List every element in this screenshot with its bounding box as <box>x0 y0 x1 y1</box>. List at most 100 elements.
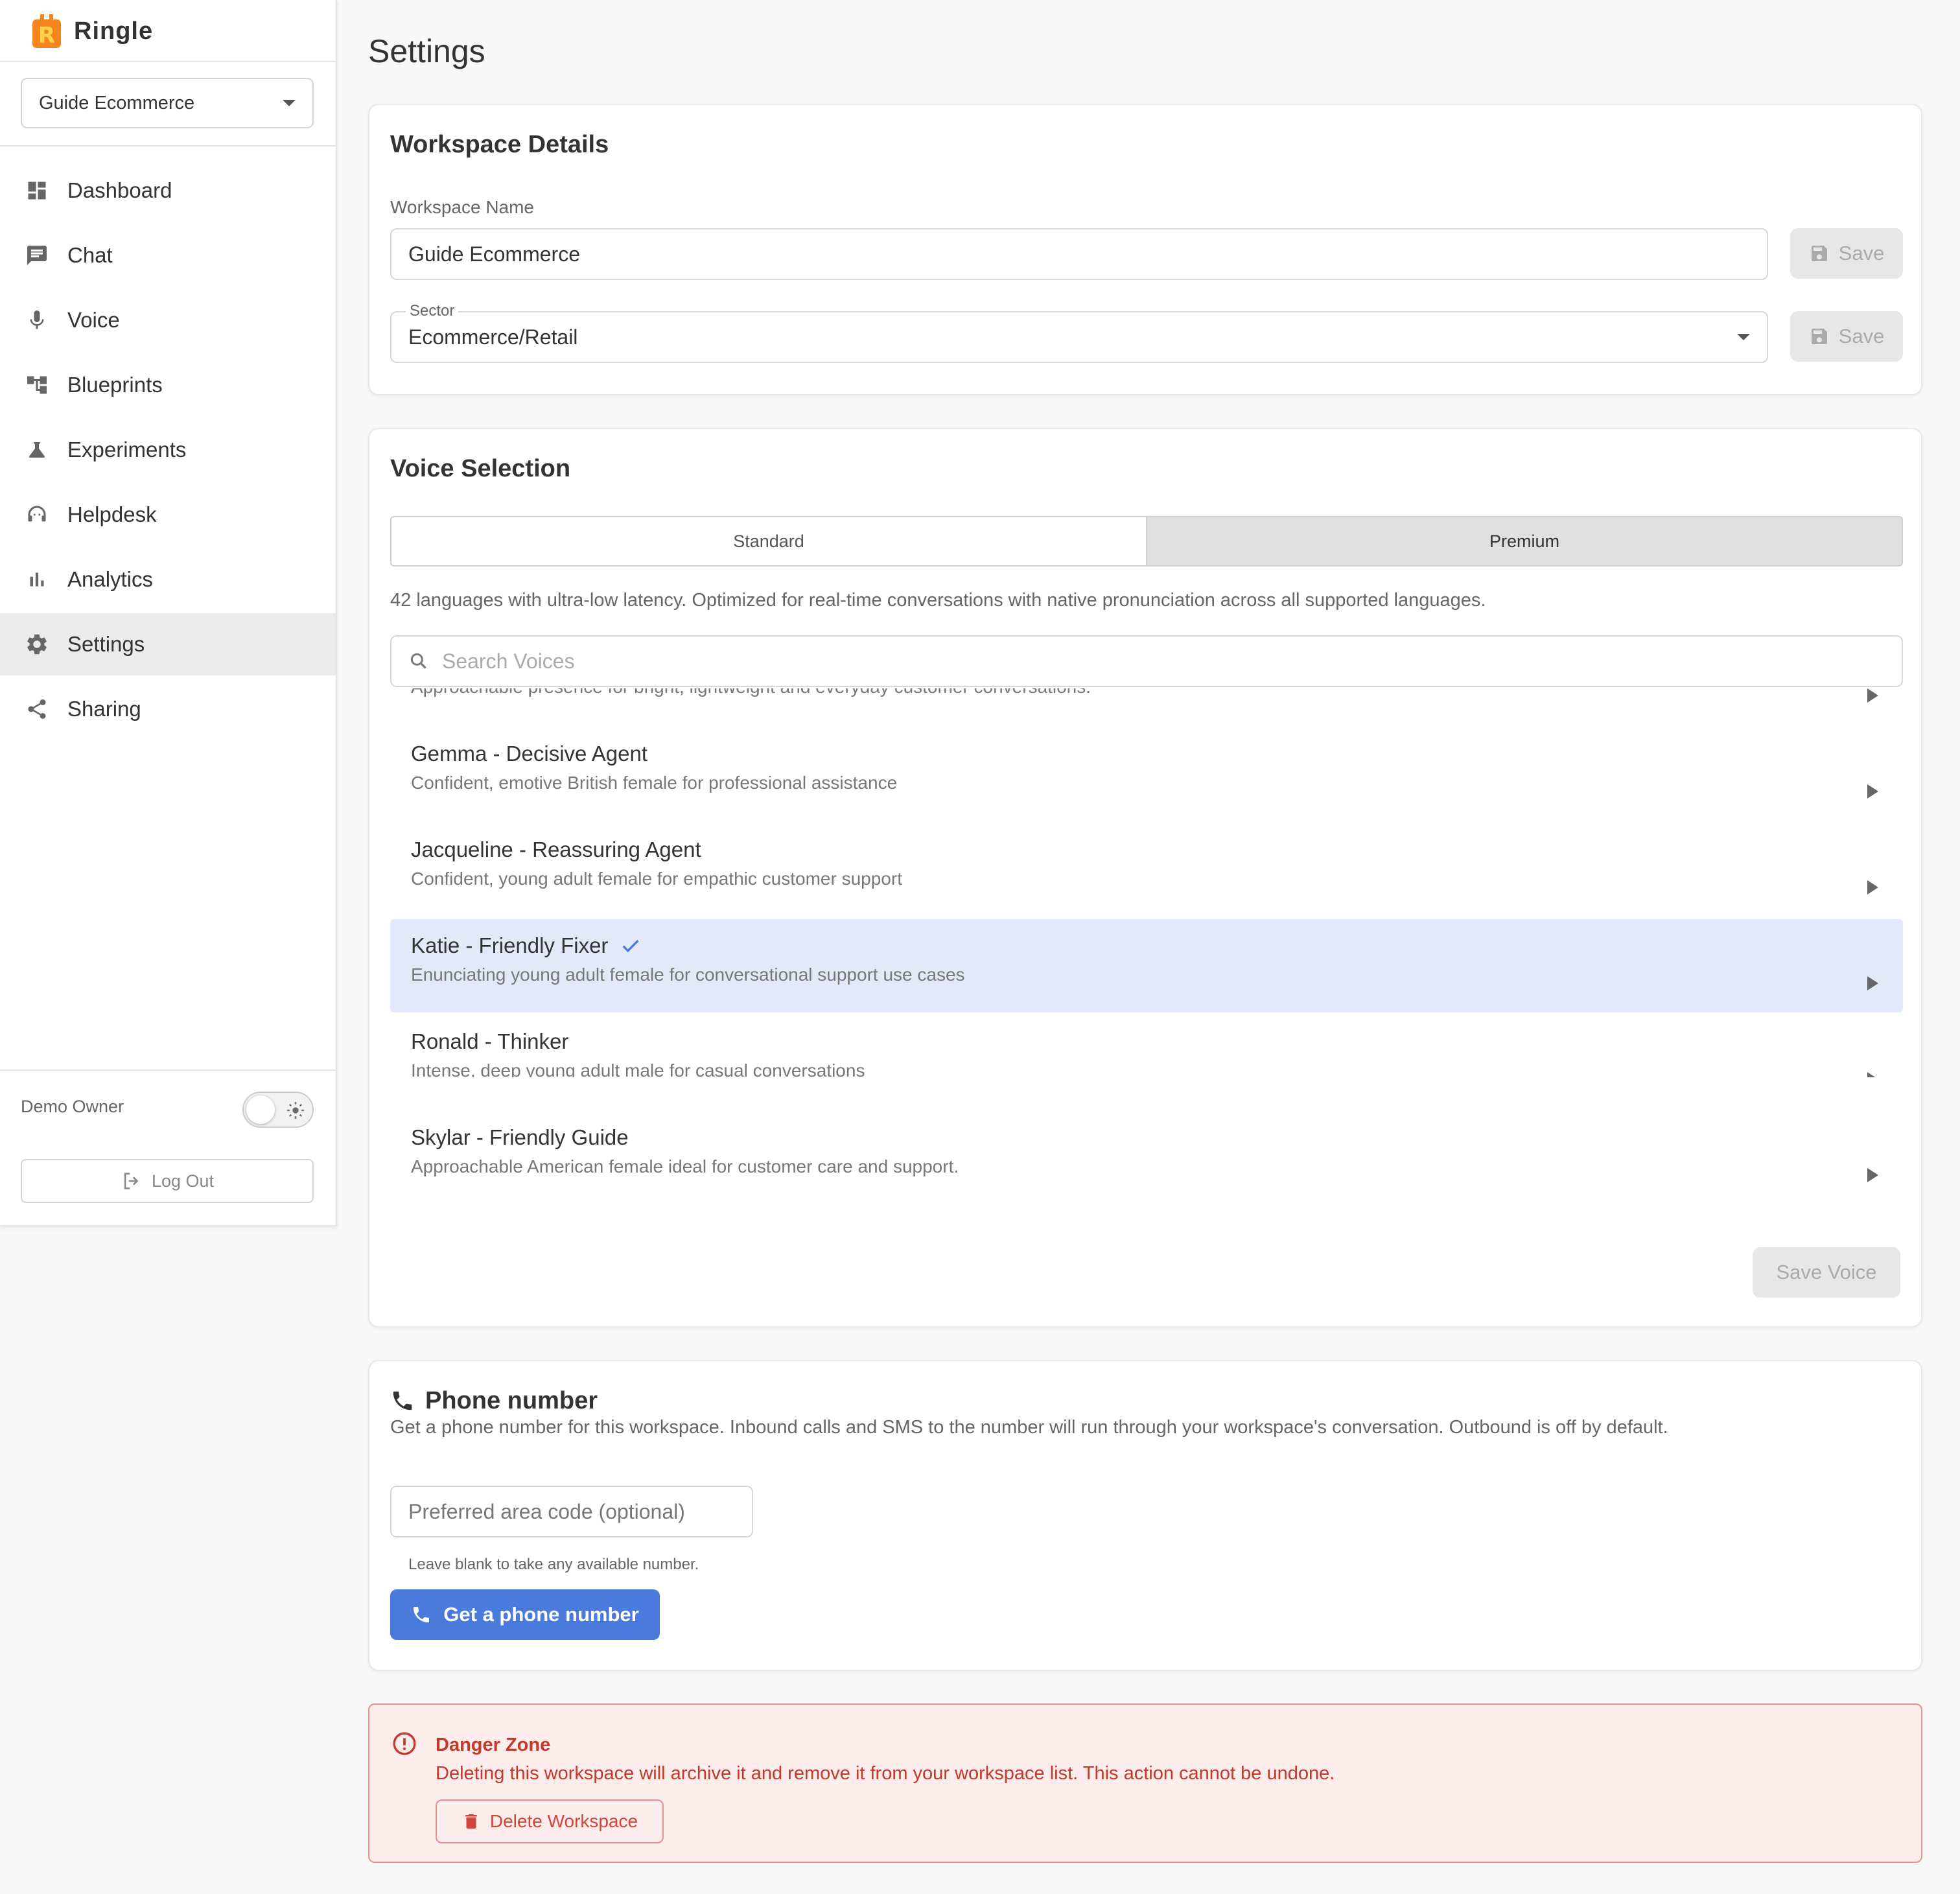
voice-description: Approachable American female ideal for c… <box>411 1156 959 1176</box>
theme-toggle[interactable] <box>242 1092 314 1128</box>
voice-tier-description: 42 languages with ultra-low latency. Opt… <box>390 590 1486 611</box>
voice-name: Jacqueline - Reassuring Agent <box>411 837 701 861</box>
user-name: Demo Owner <box>21 1097 124 1116</box>
sector-value: Ecommerce/Retail <box>408 325 578 349</box>
tab-premium[interactable]: Premium <box>1146 517 1902 565</box>
list-item[interactable]: Skylar - Friendly Guide Approachable Ame… <box>390 1111 1903 1204</box>
voice-description: Confident, emotive British female for pr… <box>411 773 898 793</box>
list-item[interactable]: Approachable presence for bright, lightw… <box>390 688 1903 725</box>
danger-zone-text: Deleting this workspace will archive it … <box>436 1763 1335 1784</box>
flask-icon <box>23 436 51 463</box>
voice-name: Katie - Friendly Fixer <box>411 933 609 957</box>
workspace-name-value: Guide Ecommerce <box>408 242 580 266</box>
play-icon[interactable] <box>1867 1072 1878 1077</box>
sidebar-item-voice[interactable]: Voice <box>0 289 336 351</box>
share-icon <box>23 696 51 723</box>
phone-icon <box>411 1604 432 1625</box>
phone-description: Get a phone number for this workspace. I… <box>390 1417 1668 1438</box>
sector-select[interactable]: Sector Ecommerce/Retail <box>390 302 1768 363</box>
play-icon[interactable] <box>1867 784 1878 799</box>
save-workspace-name-button[interactable]: Save <box>1790 228 1903 279</box>
list-item[interactable]: Ronald - Thinker Intense, deep young adu… <box>390 1015 1903 1077</box>
save-voice-button[interactable]: Save Voice <box>1753 1247 1900 1298</box>
danger-zone: Danger Zone Deleting this workspace will… <box>368 1703 1922 1863</box>
workspace-name-input[interactable]: Guide Ecommerce <box>390 228 1768 280</box>
sidebar-item-dashboard[interactable]: Dashboard <box>0 159 336 222</box>
workspace-details-card: Workspace Details Workspace Name Guide E… <box>368 104 1922 395</box>
voice-description: Approachable presence for bright, lightw… <box>411 688 1091 697</box>
sidebar-item-experiments[interactable]: Experiments <box>0 419 336 481</box>
chevron-down-icon <box>1737 334 1750 340</box>
sidebar-item-label: Analytics <box>67 567 154 591</box>
blueprints-icon <box>23 371 51 399</box>
voice-description: Confident, young adult female for empath… <box>411 869 902 889</box>
sidebar-item-analytics[interactable]: Analytics <box>0 548 336 611</box>
sidebar-item-label: Blueprints <box>67 373 163 397</box>
area-code-hint: Leave blank to take any available number… <box>408 1556 699 1573</box>
chevron-down-icon <box>283 100 296 106</box>
bar-chart-icon <box>23 566 51 593</box>
voice-selection-card: Voice Selection Standard Premium 42 lang… <box>368 428 1922 1327</box>
voice-tier-tabs: Standard Premium <box>390 516 1903 567</box>
get-phone-number-label: Get a phone number <box>443 1603 639 1626</box>
sidebar-item-chat[interactable]: Chat <box>0 224 336 286</box>
phone-number-card: Phone number Get a phone number for this… <box>368 1360 1922 1671</box>
sidebar-item-sharing[interactable]: Sharing <box>0 678 336 740</box>
voice-name: Skylar - Friendly Guide <box>411 1125 629 1149</box>
dashboard-icon <box>23 177 51 204</box>
workspace-name-label: Workspace Name <box>390 197 535 217</box>
divider <box>0 61 336 62</box>
list-item-selected[interactable]: Katie - Friendly Fixer Enunciating young… <box>390 919 1903 1012</box>
svg-text:R: R <box>38 23 55 48</box>
search-placeholder: Search Voices <box>442 649 575 673</box>
microphone-icon <box>23 307 51 334</box>
voice-description: Enunciating young adult female for conve… <box>411 965 965 985</box>
gear-icon <box>23 631 51 658</box>
area-code-placeholder: Preferred area code (optional) <box>408 1499 685 1523</box>
card-title: Voice Selection <box>390 455 571 482</box>
checkmark-icon <box>620 935 642 957</box>
tab-standard[interactable]: Standard <box>391 517 1146 565</box>
play-icon[interactable] <box>1867 976 1878 990</box>
save-sector-button[interactable]: Save <box>1790 311 1903 362</box>
play-icon[interactable] <box>1867 880 1878 894</box>
workspace-select-value: Guide Ecommerce <box>39 92 195 113</box>
sidebar-item-label: Experiments <box>67 438 187 462</box>
list-item[interactable]: Jacqueline - Reassuring Agent Confident,… <box>390 823 1903 917</box>
sidebar-item-settings[interactable]: Settings <box>0 613 336 675</box>
page-title: Settings <box>368 33 485 69</box>
logout-button[interactable]: Log Out <box>21 1159 314 1203</box>
card-title: Phone number <box>425 1387 598 1414</box>
card-title: Workspace Details <box>390 131 609 158</box>
sidebar-item-helpdesk[interactable]: Helpdesk <box>0 484 336 546</box>
play-icon[interactable] <box>1867 688 1878 703</box>
brand[interactable]: R Ringle <box>31 13 153 49</box>
save-label: Save <box>1838 242 1885 264</box>
trash-icon <box>461 1812 481 1831</box>
save-label: Save <box>1838 325 1885 347</box>
chat-icon <box>23 242 51 269</box>
list-item[interactable]: Gemma - Decisive Agent Confident, emotiv… <box>390 727 1903 821</box>
get-phone-number-button[interactable]: Get a phone number <box>390 1589 660 1640</box>
voice-name: Ronald - Thinker <box>411 1029 569 1053</box>
ringle-logo-icon: R <box>31 14 62 48</box>
sidebar-item-label: Chat <box>67 243 113 267</box>
divider <box>0 145 336 146</box>
play-icon[interactable] <box>1867 1168 1878 1182</box>
workspace-select[interactable]: Guide Ecommerce <box>21 78 314 128</box>
danger-zone-title: Danger Zone <box>436 1735 551 1755</box>
sidebar-item-label: Sharing <box>67 697 141 721</box>
sidebar: R Ringle Guide Ecommerce Dashboard Chat … <box>0 0 337 1226</box>
sidebar-item-label: Dashboard <box>67 178 172 202</box>
sidebar-item-blueprints[interactable]: Blueprints <box>0 354 336 416</box>
sun-icon <box>286 1101 305 1119</box>
delete-workspace-button[interactable]: Delete Workspace <box>436 1799 664 1843</box>
voice-list[interactable]: Approachable presence for bright, lightw… <box>369 688 1921 1077</box>
sidebar-item-label: Settings <box>67 632 145 656</box>
save-icon <box>1809 243 1830 264</box>
divider <box>0 1070 336 1071</box>
area-code-input[interactable]: Preferred area code (optional) <box>390 1486 753 1537</box>
phone-icon <box>390 1388 415 1413</box>
search-voices-input[interactable]: Search Voices <box>390 635 1903 687</box>
voice-description: Intense, deep young adult male for casua… <box>411 1060 865 1077</box>
